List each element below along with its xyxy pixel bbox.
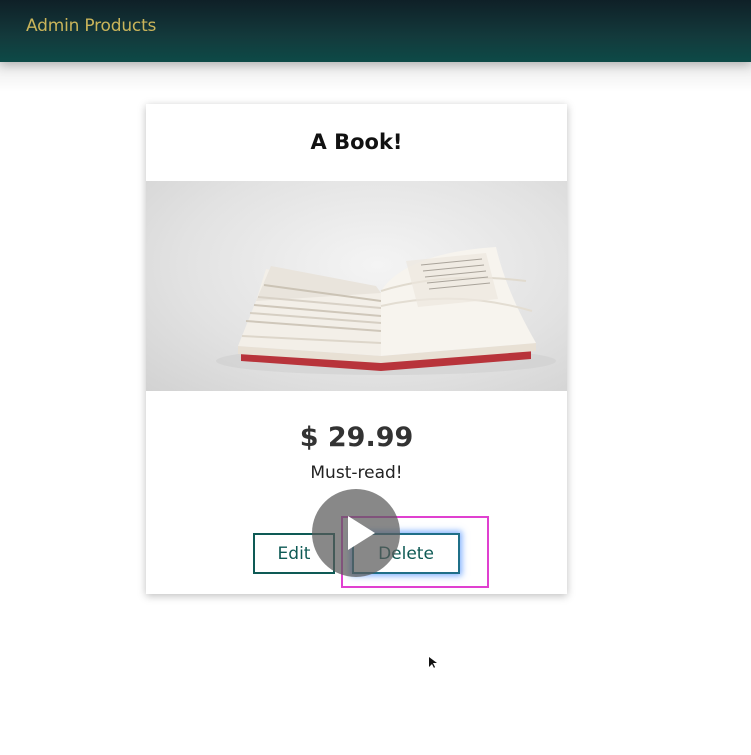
product-title: A Book! [310, 130, 403, 154]
play-button[interactable] [312, 489, 400, 577]
mouse-cursor-icon [429, 657, 437, 668]
product-price: $ 29.99 [299, 422, 414, 453]
open-book-icon [216, 247, 556, 375]
admin-products-link[interactable]: Admin Products [26, 16, 156, 36]
product-image [146, 181, 567, 391]
play-icon [348, 516, 375, 550]
product-description: Must-read! [310, 463, 403, 483]
navbar-shadow [0, 62, 751, 92]
top-navbar: Admin Products [0, 0, 751, 62]
